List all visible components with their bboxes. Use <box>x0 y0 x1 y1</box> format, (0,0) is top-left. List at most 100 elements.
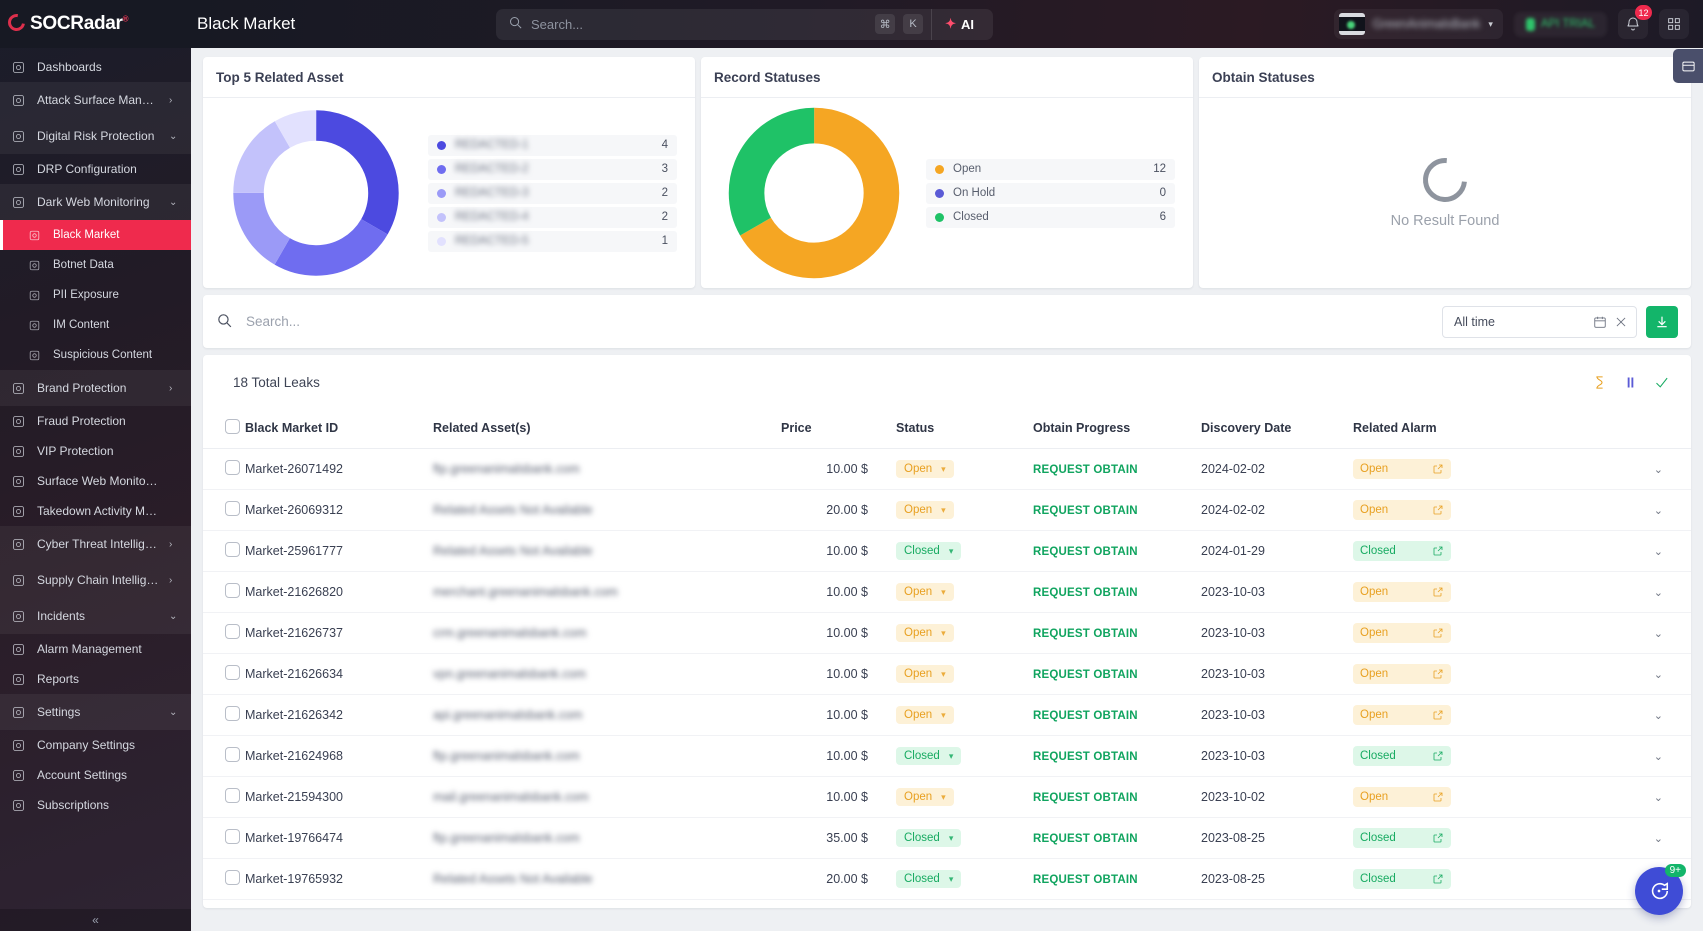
request-obtain-button[interactable]: REQUEST OBTAIN <box>1033 792 1138 804</box>
related-alarm-badge[interactable]: Open <box>1353 623 1451 643</box>
cell-black-market-id[interactable]: Market-21626820 <box>245 571 433 613</box>
related-alarm-badge[interactable]: Open <box>1353 705 1451 725</box>
row-checkbox[interactable] <box>225 870 240 885</box>
status-badge[interactable]: Open ▾ <box>896 624 954 642</box>
related-alarm-badge[interactable]: Closed <box>1353 541 1451 561</box>
expand-row-chevron-icon[interactable]: ⌄ <box>1654 587 1663 599</box>
expand-row-chevron-icon[interactable]: ⌄ <box>1654 464 1663 476</box>
expand-row-chevron-icon[interactable]: ⌄ <box>1654 751 1663 763</box>
cell-black-market-id[interactable]: Market-19765932 <box>245 858 433 900</box>
request-obtain-button[interactable]: REQUEST OBTAIN <box>1033 710 1138 722</box>
sidebar-item-black-market[interactable]: Black Market <box>0 220 191 250</box>
cell-black-market-id[interactable]: Market-21594300 <box>245 776 433 818</box>
col-status[interactable]: Status <box>896 409 1033 449</box>
sidebar-item-account-settings[interactable]: Account Settings <box>0 760 191 790</box>
table-search-input[interactable] <box>246 314 1442 329</box>
row-checkbox[interactable] <box>225 583 240 598</box>
row-checkbox[interactable] <box>225 829 240 844</box>
row-checkbox[interactable] <box>225 624 240 639</box>
table-row[interactable]: Market-21624968 ftp.greenanimalsbank.com 1… <box>203 735 1691 777</box>
table-row[interactable]: Market-21626820 merchant.greenanimalsbank… <box>203 571 1691 613</box>
related-alarm-badge[interactable]: Open <box>1353 500 1451 520</box>
request-obtain-button[interactable]: REQUEST OBTAIN <box>1033 546 1138 558</box>
col-discovery-date[interactable]: Discovery Date <box>1201 409 1353 449</box>
request-obtain-button[interactable]: REQUEST OBTAIN <box>1033 751 1138 763</box>
brand-logo[interactable]: SOCRadar® <box>0 0 191 48</box>
table-row[interactable]: Market-21626737 crm.greenanimalsbank.com 1… <box>203 612 1691 654</box>
cell-black-market-id[interactable]: Market-21626634 <box>245 653 433 695</box>
request-obtain-button[interactable]: REQUEST OBTAIN <box>1033 669 1138 681</box>
notifications-button[interactable]: 12 <box>1618 5 1652 39</box>
request-obtain-button[interactable]: REQUEST OBTAIN <box>1033 587 1138 599</box>
col-price[interactable]: Price <box>781 409 896 449</box>
sidebar-collapse-button[interactable]: « <box>0 909 191 931</box>
hourglass-icon[interactable] <box>1592 375 1607 390</box>
row-checkbox[interactable] <box>225 747 240 762</box>
request-obtain-button[interactable]: REQUEST OBTAIN <box>1033 833 1138 845</box>
expand-row-chevron-icon[interactable]: ⌄ <box>1654 833 1663 845</box>
sidebar-item-company-settings[interactable]: Company Settings <box>0 730 191 760</box>
plan-badge[interactable]: API TRIAL <box>1513 11 1607 37</box>
sidebar-item-subscriptions[interactable]: Subscriptions <box>0 790 191 820</box>
select-all-checkbox[interactable] <box>225 419 240 434</box>
sidebar-item-dashboards[interactable]: Dashboards <box>0 52 191 82</box>
status-badge[interactable]: Closed ▾ <box>896 829 962 847</box>
status-badge[interactable]: Open ▾ <box>896 788 954 806</box>
ai-button[interactable]: ✦ AI <box>931 8 987 40</box>
sidebar-item-brand-protection[interactable]: Brand Protection › <box>0 370 191 406</box>
status-badge[interactable]: Open ▾ <box>896 501 954 519</box>
cell-black-market-id[interactable]: Market-26069312 <box>245 489 433 531</box>
status-badge[interactable]: Open ▾ <box>896 583 954 601</box>
sidebar-item-incidents[interactable]: Incidents ⌄ <box>0 598 191 634</box>
table-row[interactable]: Market-19765932 Related Assets Not Availa… <box>203 858 1691 900</box>
legend-item[interactable]: Closed 6 <box>926 206 1175 228</box>
sidebar-item-im-content[interactable]: IM Content <box>0 310 191 340</box>
cell-black-market-id[interactable]: Market-19766474 <box>245 817 433 859</box>
support-chat-button[interactable]: 9+ <box>1635 864 1686 915</box>
status-badge[interactable]: Open ▾ <box>896 706 954 724</box>
sidebar-item-dark-web-monitoring[interactable]: Dark Web Monitoring ⌄ <box>0 184 191 220</box>
status-badge[interactable]: Open ▾ <box>896 665 954 683</box>
legend-item[interactable]: REDACTED-1 4 <box>428 134 677 156</box>
sidebar-item-alarm-management[interactable]: Alarm Management <box>0 634 191 664</box>
request-obtain-button[interactable]: REQUEST OBTAIN <box>1033 874 1138 886</box>
cell-black-market-id[interactable]: Market-21626342 <box>245 694 433 736</box>
status-badge[interactable]: Closed ▾ <box>896 870 962 888</box>
table-row[interactable]: Market-21594300 mail.greenanimalsbank.com… <box>203 776 1691 818</box>
cell-black-market-id[interactable]: Market-21624968 <box>245 735 433 777</box>
legend-item[interactable]: REDACTED-3 2 <box>428 182 677 204</box>
col-obtain-progress[interactable]: Obtain Progress <box>1033 409 1201 449</box>
col-related-alarm[interactable]: Related Alarm <box>1353 409 1505 449</box>
global-search[interactable]: ⌘ K ✦ AI <box>496 8 993 40</box>
status-badge[interactable]: Open ▾ <box>896 460 954 478</box>
sidebar-item-cyber-threat-intelligence[interactable]: Cyber Threat Intelligence › <box>0 526 191 562</box>
legend-item[interactable]: REDACTED-5 1 <box>428 230 677 252</box>
account-switcher[interactable]: GreenAnimalsBank ▾ <box>1333 9 1503 39</box>
legend-item[interactable]: Open 12 <box>926 158 1175 180</box>
sidebar-item-takedown-activity-management[interactable]: Takedown Activity Management <box>0 496 191 526</box>
table-row[interactable]: Market-26069312 Related Assets Not Availa… <box>203 489 1691 531</box>
related-alarm-badge[interactable]: Open <box>1353 787 1451 807</box>
related-alarm-badge[interactable]: Open <box>1353 459 1451 479</box>
legend-item[interactable]: On Hold 0 <box>926 182 1175 204</box>
sidebar-item-pii-exposure[interactable]: PII Exposure <box>0 280 191 310</box>
request-obtain-button[interactable]: REQUEST OBTAIN <box>1033 464 1138 476</box>
col-black-market-id[interactable]: Black Market ID <box>245 409 433 449</box>
pause-icon[interactable] <box>1623 375 1638 390</box>
related-alarm-badge[interactable]: Open <box>1353 582 1451 602</box>
table-row[interactable]: Market-21626634 vpn.greenanimalsbank.com 1… <box>203 653 1691 695</box>
row-checkbox[interactable] <box>225 501 240 516</box>
status-badge[interactable]: Closed ▾ <box>896 542 962 560</box>
expand-row-chevron-icon[interactable]: ⌄ <box>1654 546 1663 558</box>
legend-item[interactable]: REDACTED-4 2 <box>428 206 677 228</box>
related-alarm-badge[interactable]: Open <box>1353 664 1451 684</box>
table-row[interactable]: Market-25961777 Related Assets Not Availa… <box>203 530 1691 572</box>
sidebar-item-settings[interactable]: Settings ⌄ <box>0 694 191 730</box>
cell-black-market-id[interactable]: Market-21626737 <box>245 612 433 654</box>
col-related-assets[interactable]: Related Asset(s) <box>433 409 781 449</box>
sidebar-item-attack-surface-management[interactable]: Attack Surface Management › <box>0 82 191 118</box>
expand-row-chevron-icon[interactable]: ⌄ <box>1654 710 1663 722</box>
row-checkbox[interactable] <box>225 665 240 680</box>
date-range-picker[interactable]: All time <box>1442 305 1637 338</box>
sidebar-item-supply-chain-intelligence[interactable]: Supply Chain Intelligence › <box>0 562 191 598</box>
